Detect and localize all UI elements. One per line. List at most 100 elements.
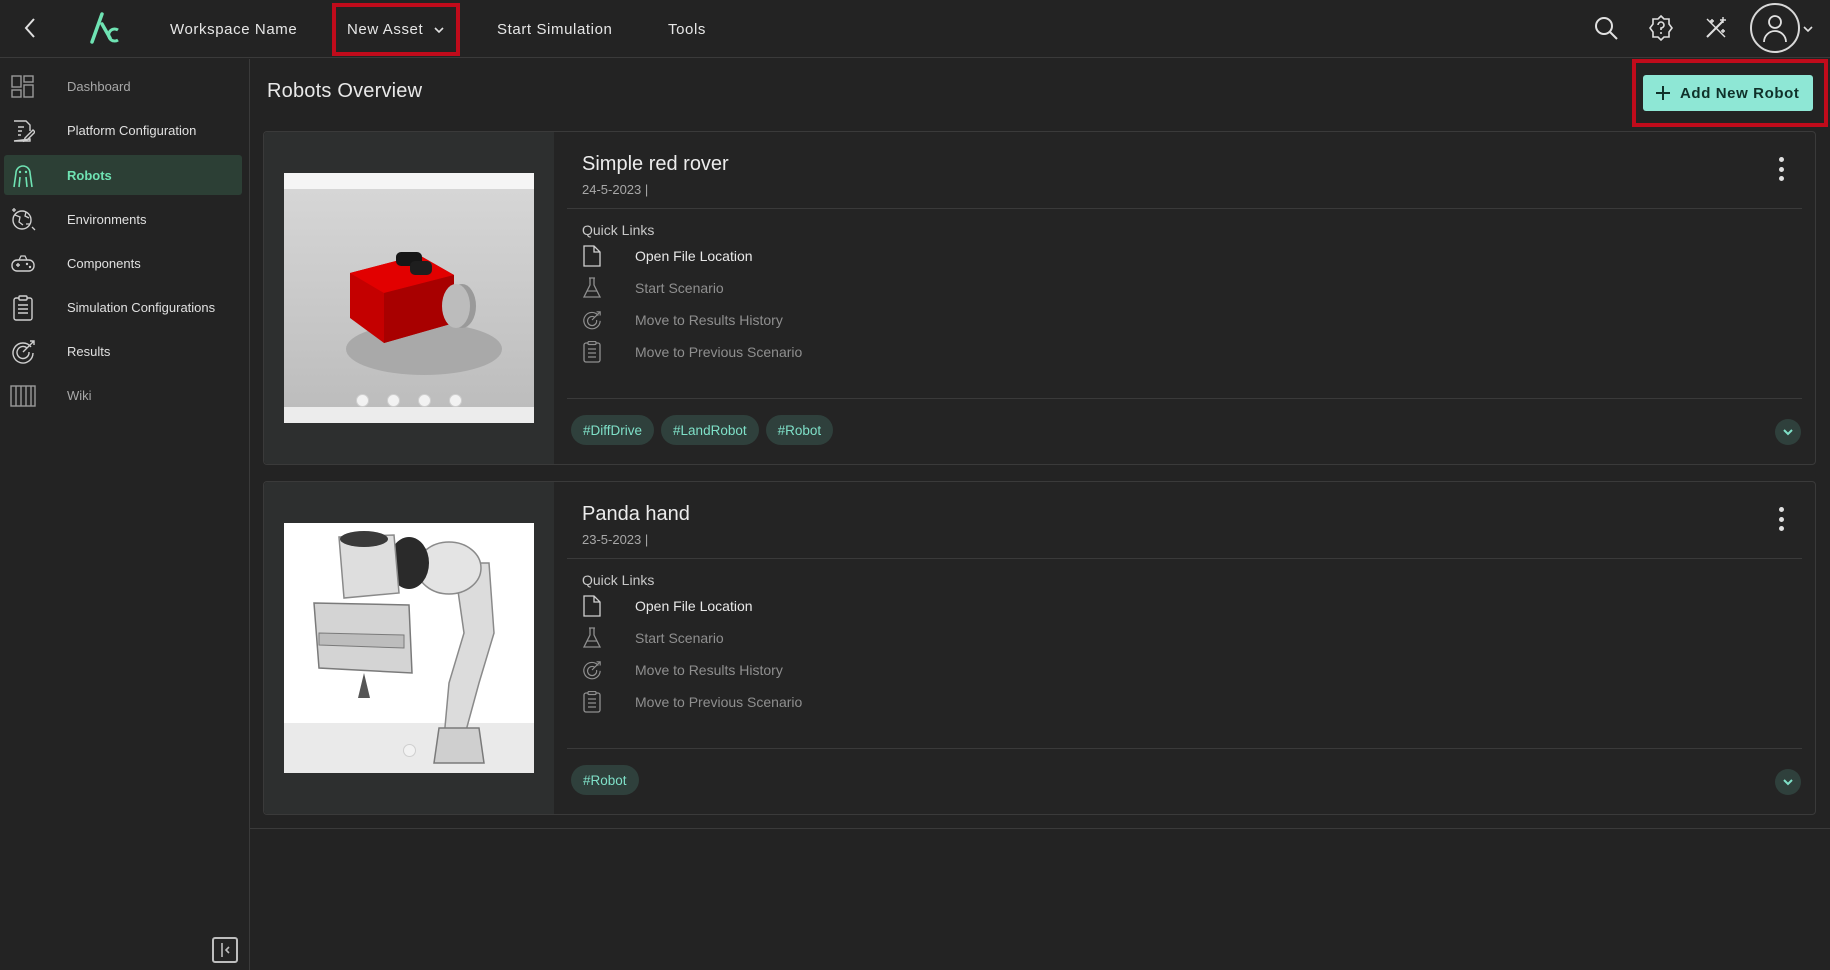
robot-date: 24-5-2023 | bbox=[582, 182, 649, 197]
workspace-name[interactable]: Workspace Name bbox=[170, 0, 297, 58]
expand-icon[interactable] bbox=[1775, 419, 1801, 445]
platform-config-icon bbox=[10, 118, 36, 144]
new-asset-label: New Asset bbox=[347, 21, 424, 38]
divider bbox=[250, 828, 1830, 829]
quick-link-label: Start Scenario bbox=[635, 630, 724, 646]
environment-icon bbox=[10, 207, 36, 233]
sidebar-item-label: Components bbox=[67, 255, 141, 271]
sidebar-item-robots[interactable]: Robots bbox=[4, 155, 242, 195]
quick-link-label: Move to Results History bbox=[635, 312, 783, 328]
more-options-icon[interactable] bbox=[1771, 504, 1791, 534]
quick-link-open-file-location[interactable]: Open File Location bbox=[582, 245, 753, 267]
start-simulation-menu[interactable]: Start Simulation bbox=[497, 0, 612, 58]
sidebar-item-label: Wiki bbox=[67, 387, 92, 403]
sidebar-item-simulation-configurations[interactable]: Simulation Configurations bbox=[4, 287, 242, 327]
tools-menu[interactable]: Tools bbox=[668, 0, 706, 58]
quick-links-title: Quick Links bbox=[582, 222, 655, 238]
tag-chip[interactable]: #DiffDrive bbox=[571, 415, 655, 445]
quick-link-move-to-previous-scenario[interactable]: Move to Previous Scenario bbox=[582, 341, 802, 363]
clipboard-icon bbox=[582, 691, 602, 713]
sidebar-item-components[interactable]: Components bbox=[4, 243, 242, 283]
robot-date: 23-5-2023 | bbox=[582, 532, 649, 547]
more-options-icon[interactable] bbox=[1771, 154, 1791, 184]
magic-wand-icon[interactable] bbox=[1700, 12, 1732, 44]
sidebar-item-label: Robots bbox=[67, 167, 112, 183]
sidebar-item-environments[interactable]: Environments bbox=[4, 199, 242, 239]
carousel-dot[interactable] bbox=[356, 394, 369, 407]
sidebar-item-label: Dashboard bbox=[67, 78, 131, 94]
robot-image-carousel bbox=[264, 482, 554, 814]
results-history-icon bbox=[582, 309, 602, 331]
user-avatar[interactable] bbox=[1750, 3, 1800, 53]
add-new-robot-button[interactable]: Add New Robot bbox=[1643, 75, 1813, 111]
carousel-dot[interactable] bbox=[418, 394, 431, 407]
back-icon[interactable] bbox=[18, 14, 42, 42]
tag-list: #DiffDrive #LandRobot #Robot bbox=[571, 415, 834, 445]
quick-link-move-to-results-history[interactable]: Move to Results History bbox=[582, 659, 783, 681]
page-title: Robots Overview bbox=[267, 80, 423, 102]
quick-link-move-to-previous-scenario[interactable]: Move to Previous Scenario bbox=[582, 691, 802, 713]
sidebar-item-label: Results bbox=[67, 343, 111, 359]
quick-link-label: Open File Location bbox=[635, 248, 753, 264]
user-icon bbox=[1763, 15, 1787, 43]
expand-icon[interactable] bbox=[1775, 769, 1801, 795]
new-asset-menu[interactable]: New Asset bbox=[332, 3, 460, 56]
quick-link-move-to-results-history[interactable]: Move to Results History bbox=[582, 309, 783, 331]
sidebar-item-wiki[interactable]: Wiki bbox=[4, 375, 242, 415]
quick-link-label: Move to Results History bbox=[635, 662, 783, 678]
flask-icon bbox=[582, 627, 602, 649]
wiki-icon bbox=[10, 383, 36, 409]
quick-link-start-scenario[interactable]: Start Scenario bbox=[582, 277, 724, 299]
sidebar-item-label: Simulation Configurations bbox=[67, 299, 216, 315]
add-new-robot-label: Add New Robot bbox=[1680, 84, 1800, 102]
flask-icon bbox=[582, 277, 602, 299]
divider bbox=[567, 748, 1802, 749]
sidebar: Dashboard Platform Configuration Robots … bbox=[0, 59, 250, 970]
carousel-dot[interactable] bbox=[449, 394, 462, 407]
sidebar-item-platform-configuration[interactable]: Platform Configuration bbox=[4, 110, 242, 150]
robot-card: Simple red rover 24-5-2023 | Quick Links… bbox=[263, 131, 1816, 465]
robot-thumbnail[interactable] bbox=[284, 523, 534, 773]
robot-card: Panda hand 23-5-2023 | Quick Links Open … bbox=[263, 481, 1816, 815]
tag-chip[interactable]: #Robot bbox=[765, 415, 834, 445]
quick-link-open-file-location[interactable]: Open File Location bbox=[582, 595, 753, 617]
sidebar-item-dashboard[interactable]: Dashboard bbox=[4, 66, 242, 106]
divider bbox=[567, 208, 1802, 209]
clipboard-icon bbox=[10, 295, 36, 321]
robot-thumbnail[interactable] bbox=[284, 173, 534, 423]
search-icon[interactable] bbox=[1590, 12, 1622, 44]
plus-icon bbox=[1656, 86, 1670, 100]
dashboard-icon bbox=[10, 74, 36, 100]
results-history-icon bbox=[582, 659, 602, 681]
sidebar-item-label: Environments bbox=[67, 211, 147, 227]
robot-icon bbox=[10, 163, 36, 189]
sidebar-item-results[interactable]: Results bbox=[4, 331, 242, 371]
carousel-dots bbox=[284, 744, 534, 757]
sidebar-item-label: Platform Configuration bbox=[67, 122, 197, 138]
collapse-sidebar-icon[interactable] bbox=[212, 937, 238, 963]
chevron-down-icon[interactable] bbox=[1801, 22, 1815, 36]
quick-link-label: Move to Previous Scenario bbox=[635, 344, 803, 360]
carousel-dot[interactable] bbox=[402, 744, 416, 757]
clipboard-icon bbox=[582, 341, 602, 363]
carousel-dot[interactable] bbox=[387, 394, 400, 407]
top-bar: Workspace Name New Asset Start Simulatio… bbox=[0, 0, 1830, 58]
app-logo[interactable] bbox=[88, 10, 124, 46]
file-icon bbox=[582, 595, 602, 617]
tag-chip[interactable]: #Robot bbox=[571, 765, 639, 795]
robot-name: Panda hand bbox=[582, 503, 690, 525]
carousel-dots bbox=[284, 394, 534, 407]
chevron-down-icon bbox=[434, 26, 444, 33]
help-icon[interactable] bbox=[1645, 12, 1677, 44]
robot-name: Simple red rover bbox=[582, 153, 729, 175]
file-icon bbox=[582, 245, 602, 267]
tag-list: #Robot bbox=[571, 765, 639, 795]
quick-link-label: Start Scenario bbox=[635, 280, 724, 296]
quick-links-title: Quick Links bbox=[582, 572, 655, 588]
quick-link-start-scenario[interactable]: Start Scenario bbox=[582, 627, 724, 649]
divider bbox=[567, 558, 1802, 559]
tag-chip[interactable]: #LandRobot bbox=[661, 415, 759, 445]
components-icon bbox=[10, 251, 36, 277]
quick-link-label: Open File Location bbox=[635, 598, 753, 614]
robot-image-carousel bbox=[264, 132, 554, 464]
